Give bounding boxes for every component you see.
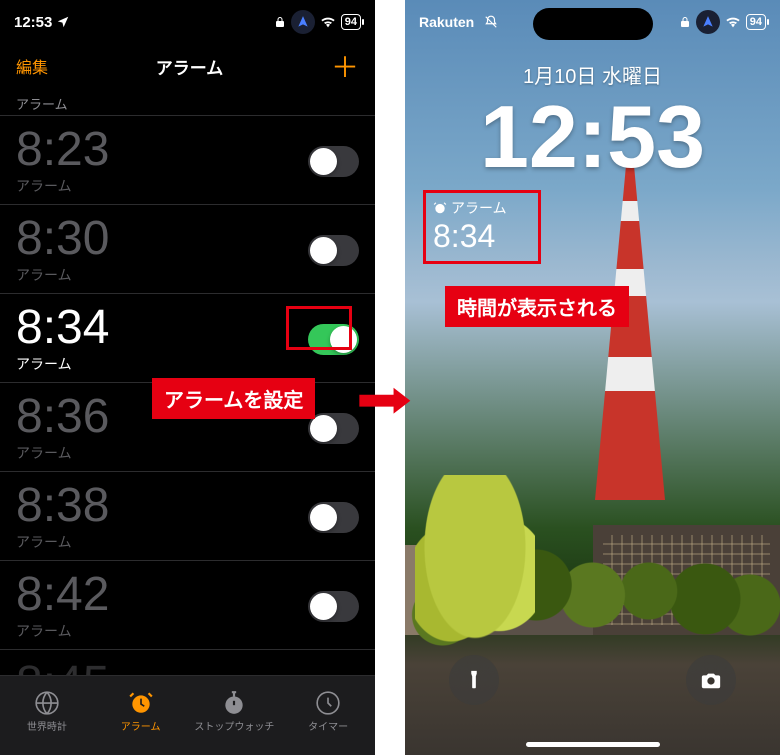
lock-date: 1月10日 水曜日 [405,60,780,89]
alarm-label: アラーム [16,532,109,552]
alarm-toggle[interactable] [308,591,359,622]
alarm-toggle[interactable] [308,235,359,266]
alarm-time: 8:42 [16,571,109,619]
ginkgo-tree-graphic [415,475,535,655]
alarm-icon [128,690,154,716]
timer-icon [315,690,341,716]
carrier-label: Rakuten [419,14,474,30]
alarm-time: 8:23 [16,126,109,174]
lock-icon [679,16,691,28]
alarm-toggle[interactable] [308,146,359,177]
location-icon [56,15,70,29]
lock-time: 12:53 [405,93,780,181]
alarm-label: アラーム [16,354,109,374]
alarm-label: アラーム [16,176,109,196]
alarm-toggle[interactable] [308,502,359,533]
alarm-row[interactable]: 8:23 アラーム [0,116,375,205]
section-label: アラーム [0,88,375,116]
alarm-time: 8:38 [16,482,109,530]
alarm-time: 8:34 [16,304,109,352]
tab-world-clock[interactable]: 世界時計 [0,676,94,755]
notch [128,8,248,40]
home-indicator[interactable] [526,742,660,747]
camera-button[interactable] [686,655,736,705]
alarm-time: 8:30 [16,215,109,263]
flashlight-icon [463,669,485,691]
stopwatch-icon [221,690,247,716]
annotation-highlight-box [423,190,541,264]
tab-label: 世界時計 [27,718,67,733]
edit-button[interactable]: 編集 [16,54,48,78]
battery-indicator: 94 [746,14,766,30]
status-time: 12:53 [14,14,52,31]
alarm-label: アラーム [16,443,109,463]
tab-label: タイマー [308,718,348,733]
status-bar: Rakuten 94 [405,0,780,44]
nav-bar: 編集 アラーム ＋ [0,44,375,88]
tab-alarm[interactable]: アラーム [94,676,188,755]
battery-indicator: 94 [341,14,361,30]
alarm-label: アラーム [16,265,109,285]
nav-app-icon [696,10,720,34]
silent-icon [484,15,498,29]
alarm-row[interactable]: 8:30 アラーム [0,205,375,294]
alarm-row[interactable]: 8:42 アラーム [0,561,375,650]
alarm-row[interactable]: 8:38 アラーム [0,472,375,561]
arrow-icon: ➡ [355,370,412,430]
annotation-label: アラームを設定 [152,378,315,419]
tab-timer[interactable]: タイマー [281,676,375,755]
annotation-label: 時間が表示される [445,286,629,327]
annotation-highlight-box [286,306,352,350]
nav-app-icon [291,10,315,34]
nav-title: アラーム [156,54,224,79]
flashlight-button[interactable] [449,655,499,705]
add-alarm-button[interactable]: ＋ [331,46,359,86]
lock-icon [274,16,286,28]
wifi-icon [320,16,336,28]
tab-label: ストップウォッチ [194,718,274,733]
alarm-toggle[interactable] [308,413,359,444]
camera-icon [700,669,722,691]
tab-stopwatch[interactable]: ストップウォッチ [188,676,282,755]
alarm-time: 8:36 [16,393,109,441]
tab-bar: 世界時計 アラーム ストップウォッチ タイマー [0,675,375,755]
tab-label: アラーム [121,718,161,733]
lock-quick-actions [405,655,780,705]
alarm-label: アラーム [16,621,109,641]
wifi-icon [725,16,741,28]
lock-screen: Rakuten 94 1月10日 水曜日 12:53 アラーム 8:34 時 [405,0,780,755]
alarm-app-screen: 12:53 94 編集 アラーム ＋ アラーム 8:23 アラーム 8:30 [0,0,375,755]
tokyo-tower-graphic [623,160,637,500]
globe-icon [34,690,60,716]
